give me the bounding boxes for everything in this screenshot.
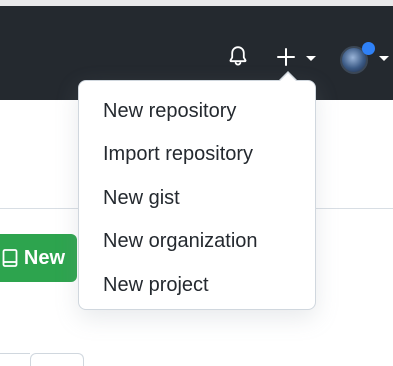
caret-down-icon (379, 56, 389, 61)
caret-down-icon (306, 55, 316, 61)
unread-indicator (362, 42, 375, 55)
bottom-rule (0, 353, 30, 354)
dropdown-pointer (280, 73, 296, 81)
bottom-control[interactable] (30, 353, 84, 366)
plus-icon (277, 48, 295, 66)
menu-item-new-project[interactable]: New project (103, 273, 209, 297)
create-new-dropdown: New repository Import repository New gis… (78, 80, 316, 310)
repo-icon (2, 249, 18, 267)
menu-item-import-repository[interactable]: Import repository (103, 142, 253, 166)
user-menu-button[interactable] (340, 42, 393, 74)
bell-icon[interactable] (226, 44, 250, 68)
new-repository-button[interactable]: New (0, 234, 77, 282)
menu-item-new-gist[interactable]: New gist (103, 186, 180, 210)
create-new-menu-button[interactable] (274, 44, 322, 70)
menu-item-new-repository[interactable]: New repository (103, 99, 236, 123)
new-button-label: New (23, 246, 65, 269)
menu-item-new-organization[interactable]: New organization (103, 229, 258, 253)
